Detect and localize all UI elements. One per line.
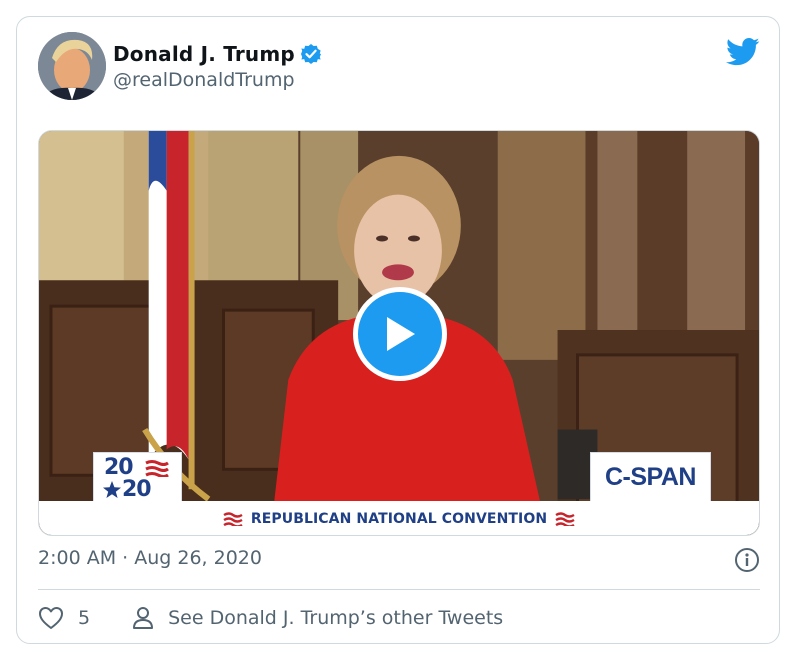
play-icon [387, 317, 415, 351]
info-icon[interactable] [734, 547, 760, 573]
video-player[interactable]: 20 20 C-SPAN REPUBLICAN NATIONAL CONVENT… [38, 130, 760, 536]
cspan-logo: C-SPAN [590, 452, 711, 502]
logo-text-bottom: 20 [122, 477, 152, 502]
tweet-embed-card: Donald J. Trump @realDonaldTrump 20 20 C… [16, 16, 780, 644]
like-count: 5 [78, 607, 91, 629]
rnc-2020-logo: 20 20 [93, 452, 182, 504]
tweet-actions: 5 See Donald J. Trump’s other Tweets [38, 601, 503, 635]
avatar[interactable] [38, 32, 106, 100]
author-handle[interactable]: @realDonaldTrump [113, 69, 295, 91]
stripes-icon [145, 460, 169, 477]
banner-text: REPUBLICAN NATIONAL CONVENTION [250, 511, 548, 527]
star-icon [103, 481, 121, 498]
play-button[interactable] [353, 287, 447, 381]
person-icon [133, 607, 154, 629]
see-other-tweets-label: See Donald J. Trump’s other Tweets [168, 607, 504, 629]
divider [38, 589, 760, 590]
heart-icon [39, 607, 63, 629]
convention-banner: REPUBLICAN NATIONAL CONVENTION [39, 501, 759, 535]
author-name[interactable]: Donald J. Trump [113, 42, 295, 66]
tweet-timestamp[interactable]: 2:00 AM · Aug 26, 2020 [38, 547, 262, 569]
see-other-tweets-link[interactable]: See Donald J. Trump’s other Tweets [132, 606, 503, 630]
author-row[interactable]: Donald J. Trump [113, 41, 322, 67]
twitter-bird-icon[interactable] [726, 37, 760, 67]
stripes-icon [555, 512, 575, 526]
like-button[interactable]: 5 [38, 606, 90, 630]
verified-badge-icon [300, 43, 322, 65]
stripes-icon [223, 512, 243, 526]
